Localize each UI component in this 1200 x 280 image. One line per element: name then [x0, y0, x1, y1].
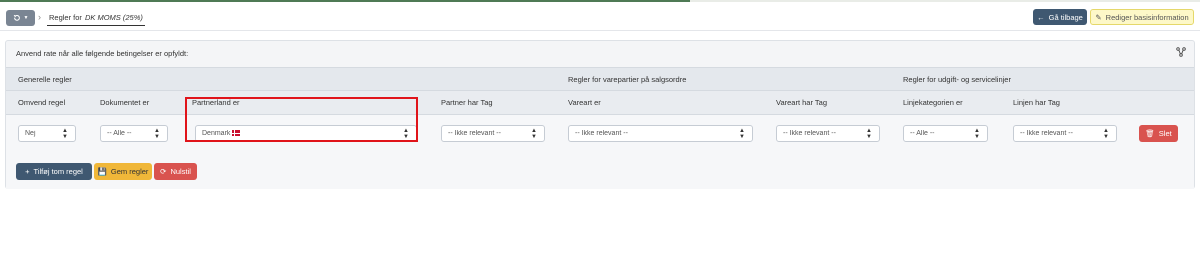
- document-value: -- Alle --: [107, 130, 132, 137]
- rule-row: Nej ▲ ▼ -- Alle -- ▲ ▼ Denmark ▲ ▼ -- Ikke …: [6, 115, 1194, 189]
- col-document: Dokumentet er: [100, 98, 150, 107]
- item-type-tag-select[interactable]: -- Ikke relevant -- ▲ ▼: [776, 125, 880, 142]
- rule-column-header-row: Omvend regel Dokumentet er Partnerland e…: [6, 91, 1194, 115]
- rule-group-header-row: Generelle regler Regler for varepartier …: [6, 67, 1194, 91]
- select-arrows-icon: ▲ ▼: [62, 127, 68, 140]
- group-expense-rules: Regler for udgift- og servicelinjer: [903, 75, 1011, 84]
- share-icon[interactable]: [1176, 47, 1186, 57]
- header-divider: [0, 30, 1200, 31]
- top-progress-accent: [0, 0, 690, 2]
- reverse-rule-value: Nej: [25, 130, 36, 137]
- reset-button-label: Nulstil: [170, 167, 191, 176]
- back-button-label: Gå tilbage: [1048, 12, 1083, 22]
- save-rules-button[interactable]: 💾 Gem regler: [94, 163, 152, 180]
- save-icon: 💾: [97, 167, 107, 176]
- col-item-type-tag: Vareart har Tag: [776, 98, 828, 107]
- breadcrumb-separator-icon: ›: [38, 12, 41, 22]
- breadcrumb-prefix: Regler for: [49, 13, 82, 22]
- breadcrumb[interactable]: Regler for DK MOMS (25%): [47, 10, 145, 26]
- denmark-flag-icon: [232, 130, 241, 137]
- group-item-rules: Regler for varepartier på salgsordre: [568, 75, 687, 84]
- select-arrows-icon: ▲ ▼: [1103, 127, 1109, 140]
- select-arrows-icon: ▲ ▼: [154, 127, 160, 140]
- refresh-icon: ⟳: [160, 167, 167, 176]
- save-button-label: Gem regler: [110, 167, 149, 176]
- reset-button[interactable]: ⟳ Nulstil: [154, 163, 197, 180]
- partner-tag-value: -- Ikke relevant --: [448, 130, 501, 137]
- line-tag-select[interactable]: -- Ikke relevant -- ▲ ▼: [1013, 125, 1117, 142]
- col-reverse-rule: Omvend regel: [18, 98, 66, 107]
- select-arrows-icon: ▲ ▼: [739, 127, 745, 140]
- col-partner-tag: Partner har Tag: [441, 98, 493, 107]
- partner-country-select[interactable]: Denmark ▲ ▼: [195, 125, 417, 142]
- history-button[interactable]: ▼: [6, 10, 35, 26]
- edit-basic-info-button[interactable]: ✎ Rediger basisinformation: [1090, 9, 1194, 25]
- document-select[interactable]: -- Alle -- ▲ ▼: [100, 125, 168, 142]
- add-button-label: Tilføj tom regel: [33, 167, 83, 176]
- add-empty-rule-button[interactable]: + Tilføj tom regel: [16, 163, 92, 180]
- select-arrows-icon: ▲ ▼: [531, 127, 537, 140]
- col-partner-country: Partnerland er: [192, 98, 240, 107]
- history-icon: [13, 14, 20, 21]
- trash-icon: 🗑: [1145, 129, 1155, 138]
- item-type-select[interactable]: -- Ikke relevant -- ▲ ▼: [568, 125, 753, 142]
- arrow-left-icon: ←: [1037, 12, 1045, 22]
- rules-panel: Anvend rate når alle følgende betingelse…: [5, 40, 1195, 189]
- item-type-value: -- Ikke relevant --: [575, 130, 628, 137]
- select-arrows-icon: ▲ ▼: [974, 127, 980, 140]
- line-category-value: -- Alle --: [910, 130, 935, 137]
- breadcrumb-name: DK MOMS (25%): [84, 13, 143, 22]
- caret-down-icon: ▼: [23, 15, 29, 21]
- top-progress-line: [0, 0, 1200, 2]
- partner-country-label: Denmark: [202, 130, 231, 137]
- edit-button-label: Rediger basisinformation: [1105, 12, 1189, 22]
- delete-rule-button[interactable]: 🗑 Slet: [1139, 125, 1178, 142]
- group-general: Generelle regler: [18, 75, 72, 84]
- back-button[interactable]: ← Gå tilbage: [1033, 9, 1087, 25]
- plus-icon: +: [25, 167, 30, 176]
- col-item-type: Vareart er: [568, 98, 601, 107]
- pencil-icon: ✎: [1095, 12, 1102, 22]
- line-tag-value: -- Ikke relevant --: [1020, 130, 1073, 137]
- reverse-rule-select[interactable]: Nej ▲ ▼: [18, 125, 76, 142]
- delete-button-label: Slet: [1158, 129, 1172, 138]
- select-arrows-icon: ▲ ▼: [403, 127, 409, 140]
- col-line-category: Linjekategorien er: [903, 98, 963, 107]
- panel-title: Anvend rate når alle følgende betingelse…: [16, 49, 189, 58]
- col-line-tag: Linjen har Tag: [1013, 98, 1060, 107]
- line-category-select[interactable]: -- Alle -- ▲ ▼: [903, 125, 988, 142]
- partner-tag-select[interactable]: -- Ikke relevant -- ▲ ▼: [441, 125, 545, 142]
- select-arrows-icon: ▲ ▼: [866, 127, 872, 140]
- item-type-tag-value: -- Ikke relevant --: [783, 130, 836, 137]
- partner-country-value: Denmark: [202, 130, 402, 137]
